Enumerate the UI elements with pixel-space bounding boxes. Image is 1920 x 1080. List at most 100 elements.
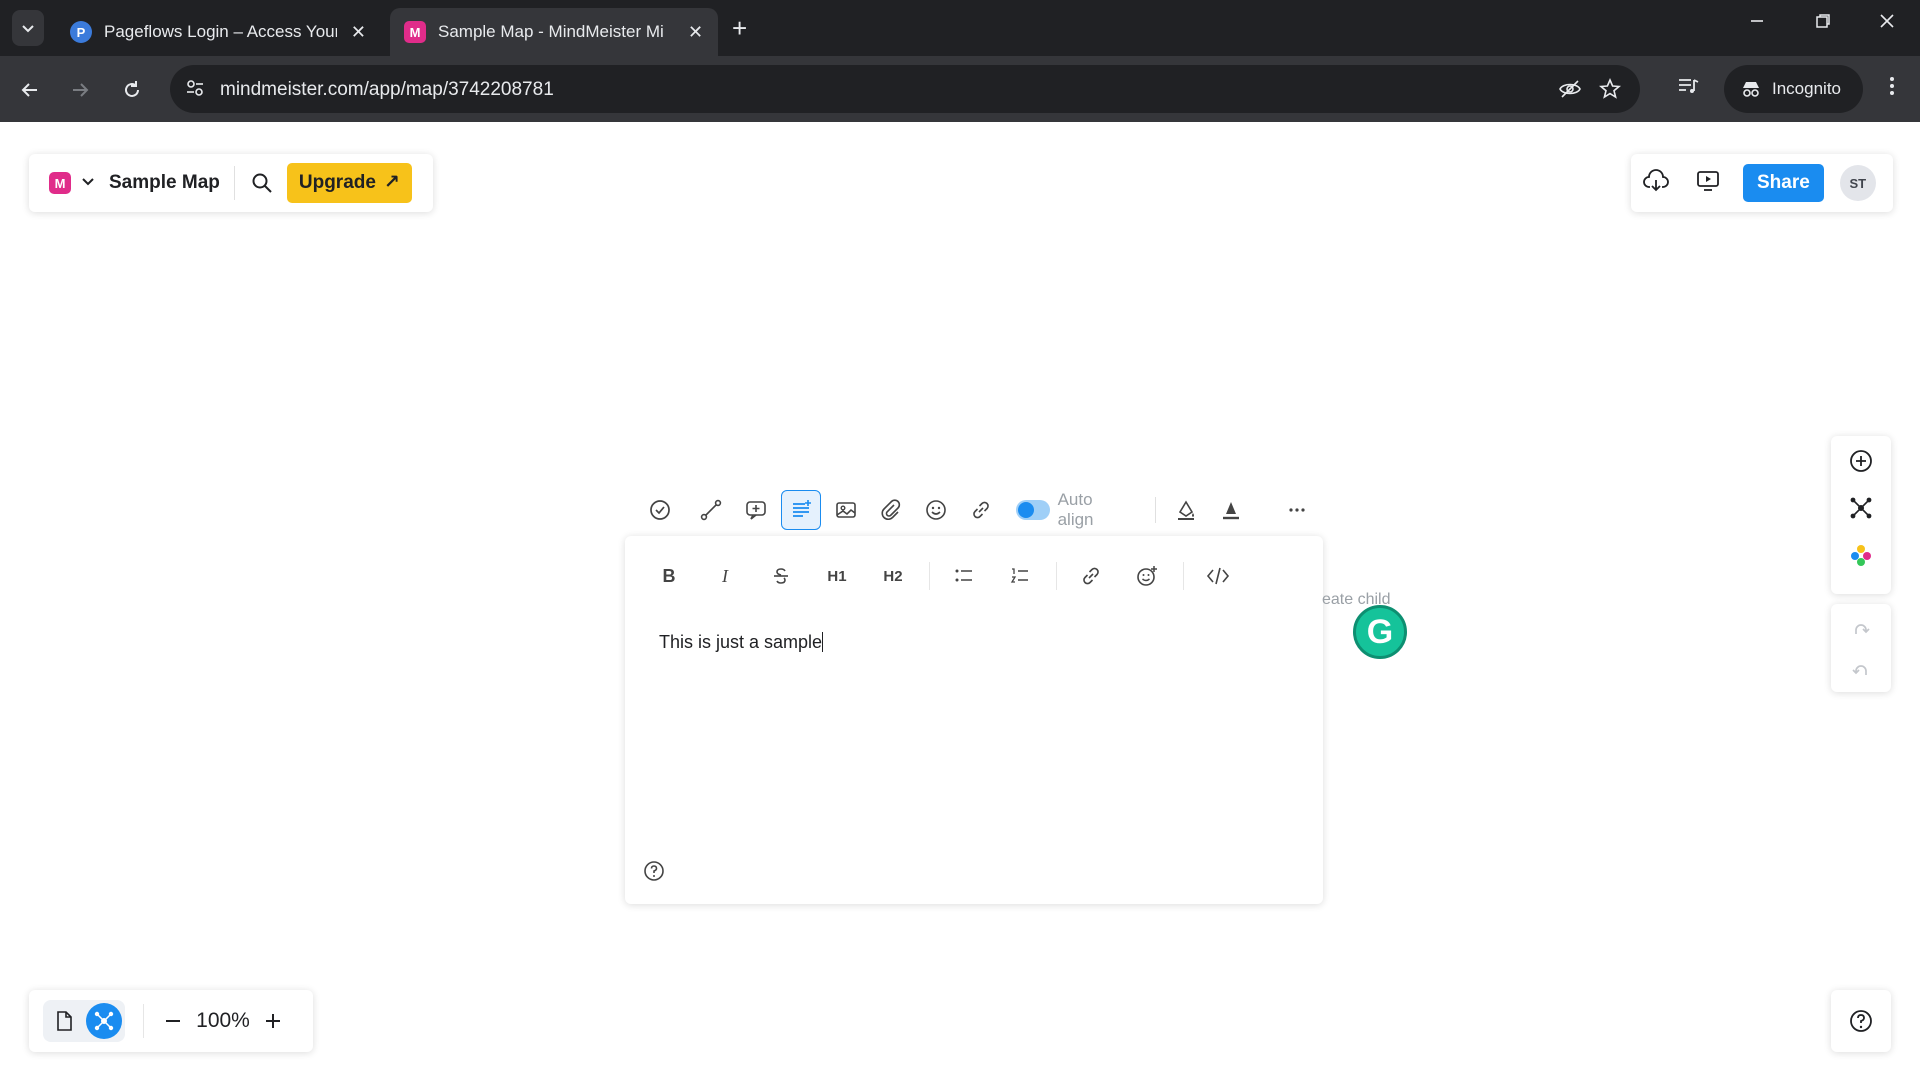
insert-link-button[interactable] (1071, 556, 1111, 596)
zoom-level[interactable]: 100% (188, 1009, 258, 1033)
arrow-left-icon (21, 83, 37, 97)
search-icon[interactable] (251, 172, 273, 194)
connection-icon (700, 499, 722, 521)
grammarly-icon[interactable]: G (1353, 605, 1407, 659)
notes-button[interactable] (780, 490, 821, 530)
tab-search-button[interactable] (12, 10, 44, 46)
redo-icon[interactable] (1850, 618, 1872, 645)
italic-button[interactable]: I (705, 556, 745, 596)
task-button[interactable] (640, 490, 680, 530)
comment-icon (746, 501, 766, 520)
forward-button[interactable] (64, 74, 96, 106)
link-icon (1083, 567, 1099, 585)
mindmap-layout-icon[interactable] (1848, 495, 1874, 526)
connection-button[interactable] (691, 490, 731, 530)
zoom-in-button[interactable] (258, 1006, 288, 1036)
fill-color-button[interactable] (1166, 490, 1206, 530)
incognito-indicator[interactable]: Incognito (1724, 65, 1863, 113)
address-bar[interactable]: mindmeister.com/app/map/3742208781 (170, 65, 1640, 113)
bullet-list-button[interactable] (944, 556, 984, 596)
bookmark-star-icon[interactable] (1598, 77, 1622, 106)
strikethrough-icon (774, 568, 788, 584)
outline-view-button[interactable] (46, 1003, 82, 1039)
presentation-icon[interactable] (1695, 168, 1721, 199)
insert-emoji-button[interactable] (1127, 556, 1167, 596)
chevron-down-icon[interactable] (81, 174, 95, 193)
text-color-button[interactable] (1211, 490, 1251, 530)
share-button[interactable]: Share (1743, 164, 1824, 202)
emoji-icon (925, 500, 946, 520)
mindmeister-app: M Sample Map Upgrade ↗ Share ST Auto ali… (0, 122, 1920, 1080)
text-cursor (822, 632, 824, 652)
chevron-down-icon (22, 25, 34, 33)
upgrade-button[interactable]: Upgrade ↗ (286, 163, 412, 203)
strikethrough-button[interactable] (761, 556, 801, 596)
plus-icon (266, 1014, 280, 1028)
code-button[interactable] (1198, 556, 1238, 596)
emoji-button[interactable] (916, 490, 956, 530)
add-topic-icon[interactable] (1848, 448, 1874, 479)
image-button[interactable] (826, 490, 866, 530)
help-button[interactable] (1831, 990, 1891, 1052)
heading1-button[interactable]: H1 (817, 556, 857, 596)
format-divider (929, 562, 930, 590)
window-close-icon[interactable] (1878, 12, 1896, 36)
zoom-out-button[interactable] (158, 1006, 188, 1036)
minimize-icon[interactable] (1748, 12, 1766, 36)
more-button[interactable] (1277, 490, 1317, 530)
minus-icon (166, 1020, 180, 1022)
cloud-download-icon[interactable] (1643, 168, 1669, 199)
new-tab-button[interactable]: + (732, 14, 747, 42)
browser-menu-icon[interactable] (1880, 74, 1904, 103)
tab-title: Pageflows Login – Access Your I (104, 22, 337, 41)
avatar[interactable]: ST (1839, 165, 1876, 201)
tracking-protection-icon[interactable] (1558, 77, 1582, 106)
mindmeister-logo-icon[interactable]: M (49, 172, 71, 194)
comment-button[interactable] (736, 490, 776, 530)
mindmeister-favicon-icon: M (404, 21, 426, 43)
reload-button[interactable] (116, 74, 148, 106)
format-divider (1183, 562, 1184, 590)
attachment-button[interactable] (871, 490, 911, 530)
note-text: This is just a sample (659, 632, 823, 652)
bold-button[interactable]: B (649, 556, 689, 596)
text-color-icon (1223, 502, 1240, 520)
undo-icon[interactable] (1850, 659, 1872, 686)
tab-close-icon[interactable]: ✕ (688, 22, 703, 43)
site-settings-icon[interactable] (184, 77, 206, 104)
zoom-divider (143, 1004, 144, 1038)
numbered-list-button[interactable] (1000, 556, 1040, 596)
mindmap-view-button[interactable] (86, 1003, 122, 1039)
reload-icon (125, 81, 139, 97)
document-icon (57, 1011, 72, 1031)
browser-tab-bar: P Pageflows Login – Access Your I ✕ M Sa… (0, 0, 1920, 56)
map-header: M Sample Map Upgrade ↗ (29, 154, 433, 212)
task-icon (650, 500, 670, 520)
tab-sample-map[interactable]: M Sample Map - MindMeister Mi ✕ (390, 8, 718, 56)
restore-icon[interactable] (1814, 12, 1832, 36)
tab-close-icon[interactable]: ✕ (351, 22, 366, 43)
heading2-button[interactable]: H2 (873, 556, 913, 596)
note-content[interactable]: This is just a sample (659, 632, 824, 653)
arrow-up-right-icon: ↗ (383, 172, 400, 193)
toolbar-divider (1155, 497, 1157, 523)
browser-toolbar: mindmeister.com/app/map/3742208781 Incog… (0, 56, 1920, 122)
pageflows-favicon-icon: P (70, 21, 92, 43)
theme-palette-icon[interactable] (1848, 542, 1874, 573)
back-button[interactable] (14, 74, 46, 106)
tab-pageflows[interactable]: P Pageflows Login – Access Your I ✕ (56, 8, 380, 56)
bullet-list-icon (955, 569, 972, 582)
auto-align-toggle[interactable] (1015, 500, 1050, 520)
zoom-controls: 100% (29, 990, 313, 1052)
map-title[interactable]: Sample Map (109, 166, 235, 200)
view-switcher (43, 1000, 125, 1042)
help-icon (1850, 1010, 1872, 1032)
help-icon[interactable] (643, 860, 665, 887)
media-controls-icon[interactable] (1676, 74, 1700, 103)
link-button[interactable] (961, 490, 1001, 530)
topic-toolbar: Auto align (626, 482, 1322, 538)
attachment-icon (881, 499, 900, 520)
formatting-toolbar: B I H1 H2 (649, 556, 1254, 596)
history-toolbar (1831, 604, 1891, 692)
